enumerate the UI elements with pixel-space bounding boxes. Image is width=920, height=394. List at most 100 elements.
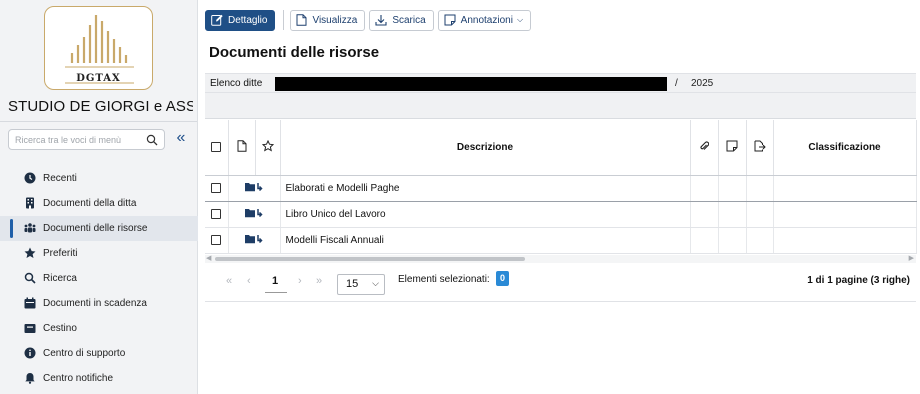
- sidebar-item-cestino[interactable]: Cestino: [0, 316, 198, 341]
- sidebar-item-label: Recenti: [43, 173, 77, 184]
- row-select-cell[interactable]: [205, 201, 229, 228]
- sidebar-item-preferiti[interactable]: Preferiti: [0, 241, 198, 266]
- sidebar: DGTAX STUDIO DE GIORGI e ASSOC... « Rece…: [0, 0, 198, 394]
- next-page-icon[interactable]: ›: [298, 275, 302, 287]
- last-page-icon[interactable]: »: [316, 275, 322, 287]
- sidebar-item-scadenza[interactable]: Documenti in scadenza: [0, 291, 198, 316]
- sidebar-item-label: Preferiti: [43, 248, 78, 259]
- selected-count-badge: 0: [496, 271, 509, 286]
- note-icon: [726, 140, 738, 152]
- firm-name: STUDIO DE GIORGI e ASSOC...: [8, 98, 193, 115]
- row-classification: [773, 175, 917, 202]
- scarica-label: Scarica: [392, 14, 426, 26]
- note-header[interactable]: [718, 120, 747, 176]
- page-size-value: 15: [346, 278, 359, 290]
- year-separator: /: [675, 78, 678, 89]
- table-row[interactable]: Elaborati e Modelli Paghe: [205, 175, 917, 202]
- sidebar-item-notifiche[interactable]: Centro notifiche: [0, 366, 198, 391]
- sidebar-item-label: Documenti della ditta: [43, 198, 137, 209]
- row-note-cell: [718, 201, 747, 228]
- export-header[interactable]: [746, 120, 774, 176]
- users-icon: [24, 223, 36, 233]
- dettaglio-label: Dettaglio: [228, 14, 268, 26]
- favorite-header[interactable]: [255, 120, 281, 176]
- export-doc-icon: [754, 140, 766, 152]
- row-note-cell: [718, 175, 747, 202]
- year-value[interactable]: 2025: [691, 78, 713, 89]
- star-outline-icon: [261, 139, 274, 152]
- type-header[interactable]: [228, 120, 256, 176]
- redacted-company-field[interactable]: [275, 77, 667, 91]
- documents-table: Descrizione Classificazione Elaborati e …: [205, 120, 917, 254]
- first-page-icon[interactable]: «: [226, 275, 232, 287]
- sidebar-item-ricerca[interactable]: Ricerca: [0, 266, 198, 291]
- annotazioni-label: Annotazioni: [460, 14, 513, 26]
- sidebar-item-documenti-ditta[interactable]: Documenti della ditta: [0, 191, 198, 216]
- row-attachment-cell: [690, 227, 719, 254]
- scarica-button[interactable]: Scarica: [369, 9, 434, 31]
- sidebar-item-recenti[interactable]: Recenti: [0, 166, 198, 191]
- row-note-cell: [718, 227, 747, 254]
- select-all-checkbox[interactable]: [211, 142, 222, 153]
- menu-search-input[interactable]: [15, 134, 139, 145]
- selected-items-label: Elementi selezionati:: [398, 274, 490, 285]
- company-selector-bar: Elenco ditte / 2025: [205, 73, 916, 93]
- row-export-cell: [746, 175, 774, 202]
- calendar-icon: [24, 297, 36, 309]
- search-icon[interactable]: [146, 134, 158, 146]
- select-all-header[interactable]: [205, 120, 229, 176]
- row-select-cell[interactable]: [205, 227, 229, 254]
- row-select-cell[interactable]: [205, 175, 229, 202]
- trash-icon: [24, 324, 36, 333]
- pagination-bar: « ‹ 1 › » 15 ⌵ Elementi selezionati: 0 1…: [205, 266, 916, 302]
- row-type-cell: [228, 201, 281, 228]
- scroll-right-arrow-icon[interactable]: ▶: [909, 254, 914, 262]
- current-page-number[interactable]: 1: [272, 275, 278, 287]
- action-toolbar: Dettaglio Visualizza Scarica Annotazioni…: [205, 9, 535, 31]
- sidebar-menu: Recenti Documenti della ditta Documenti …: [0, 166, 198, 391]
- row-type-cell: [228, 227, 281, 254]
- row-checkbox[interactable]: [211, 182, 222, 193]
- row-type-cell: [228, 175, 281, 202]
- star-icon: [24, 247, 36, 258]
- search-icon: [24, 272, 36, 284]
- chevron-down-icon: ⌵: [516, 15, 524, 24]
- collapse-sidebar-button[interactable]: «: [173, 130, 189, 147]
- sidebar-item-supporto[interactable]: Centro di supporto: [0, 341, 198, 366]
- folder-shared-icon: [245, 208, 263, 217]
- row-attachment-cell: [690, 175, 719, 202]
- page-size-select[interactable]: 15 ⌵: [337, 274, 385, 295]
- visualizza-button[interactable]: Visualizza: [290, 9, 366, 31]
- table-row[interactable]: Libro Unico del Lavoro: [205, 201, 917, 228]
- prev-page-icon[interactable]: ‹: [247, 275, 251, 287]
- row-checkbox[interactable]: [211, 208, 222, 219]
- sidebar-divider: [0, 121, 197, 122]
- table-row[interactable]: Modelli Fiscali Annuali: [205, 227, 917, 254]
- dettaglio-button[interactable]: Dettaglio: [205, 9, 276, 31]
- annotazioni-dropdown[interactable]: Annotazioni ⌵: [437, 9, 532, 31]
- folder-shared-icon: [245, 234, 263, 243]
- clock-icon: [24, 172, 36, 184]
- row-checkbox[interactable]: [211, 234, 222, 245]
- attachment-header[interactable]: [690, 120, 719, 176]
- scroll-left-arrow-icon[interactable]: ◀: [206, 254, 211, 262]
- ditte-label: Elenco ditte: [210, 78, 263, 89]
- sidebar-item-label: Centro notifiche: [43, 373, 114, 384]
- scrollbar-thumb[interactable]: [215, 257, 525, 261]
- page-title: Documenti delle risorse: [209, 44, 380, 61]
- description-header[interactable]: Descrizione: [280, 120, 691, 176]
- sidebar-item-label: Cestino: [43, 323, 77, 334]
- bell-icon: [25, 373, 35, 384]
- table-header: Descrizione Classificazione: [205, 120, 917, 176]
- toolbar-separator: [283, 10, 285, 30]
- current-page-underline: [265, 292, 287, 293]
- row-export-cell: [746, 201, 774, 228]
- classification-header[interactable]: Classificazione: [773, 120, 917, 176]
- pagination-info: 1 di 1 pagine (3 righe): [807, 275, 910, 286]
- company-logo: DGTAX: [44, 6, 153, 90]
- document-icon: [237, 139, 246, 152]
- horizontal-scrollbar[interactable]: ◀ ▶: [205, 255, 916, 263]
- paperclip-icon: [700, 141, 710, 150]
- sidebar-item-documenti-risorse[interactable]: Documenti delle risorse: [0, 216, 198, 241]
- menu-search-box[interactable]: [8, 129, 165, 150]
